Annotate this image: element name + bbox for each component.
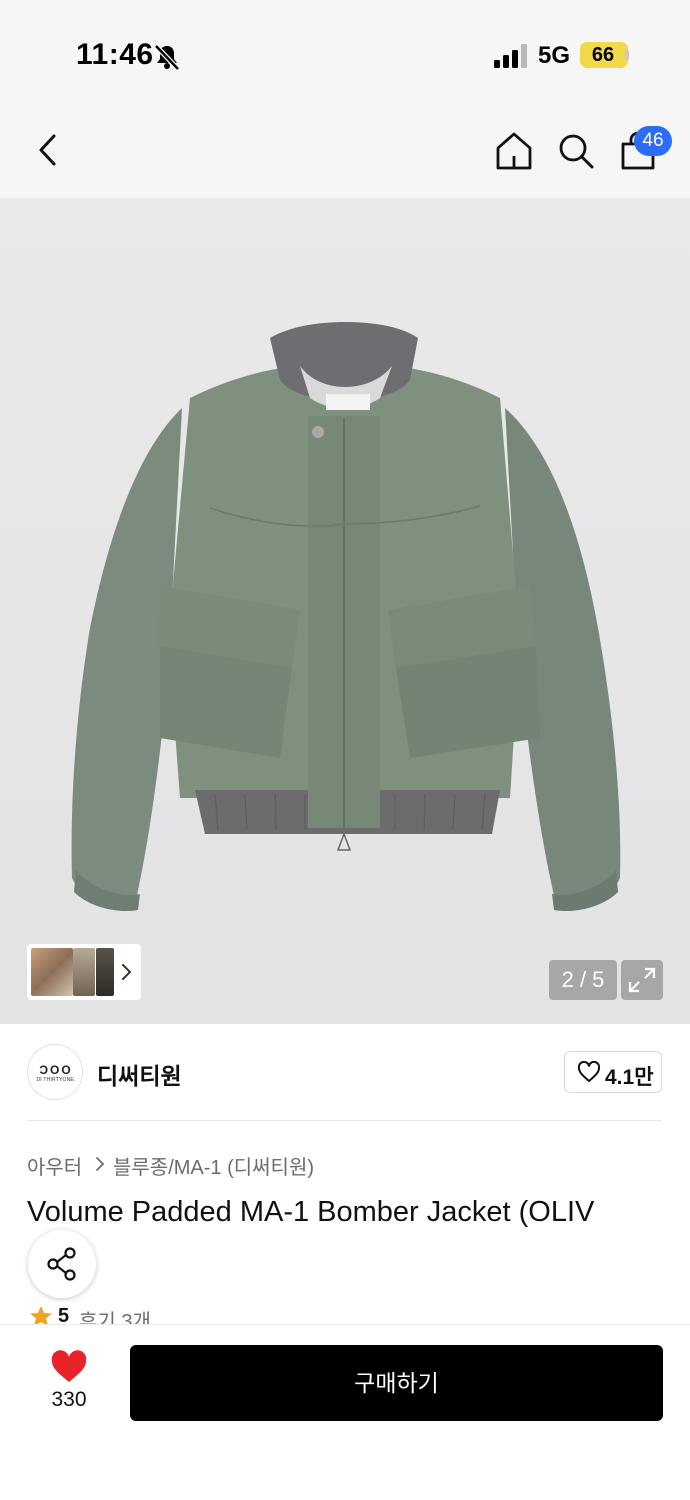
product-photo (71, 322, 621, 912)
signal-icon (494, 44, 527, 68)
breadcrumb-category[interactable]: 아우터 (27, 1151, 82, 1180)
breadcrumb-subcategory[interactable]: 블루종/MA-1 (디써티원) (113, 1151, 314, 1180)
search-icon[interactable] (556, 130, 596, 172)
brand-logo-sub: DI THIRTYONE. (36, 1077, 76, 1083)
heart-outline-icon (577, 1061, 601, 1082)
thumbnail-2[interactable] (73, 948, 95, 996)
battery-level: 66 (591, 44, 615, 66)
brand-like-count: 4.1만 (605, 1066, 654, 1089)
brand-name[interactable]: 디써티원 (97, 1057, 182, 1091)
brand-like-button[interactable]: 4.1만 (564, 1051, 662, 1093)
chevron-right-icon (96, 1157, 105, 1171)
chevron-right-icon[interactable] (118, 960, 134, 984)
status-time: 11:46 (76, 38, 154, 71)
expand-icon[interactable] (621, 960, 663, 1000)
buy-button[interactable]: 구매하기 (130, 1345, 663, 1421)
product-title: Volume Padded MA-1 Bomber Jacket (OLIV (27, 1196, 595, 1228)
image-page-counter: 2 / 5 (549, 960, 617, 1000)
cart-count-badge: 46 (634, 126, 672, 156)
battery-tip (625, 50, 629, 60)
back-icon[interactable] (28, 128, 68, 172)
divider (27, 1120, 662, 1121)
battery-icon: 66 (580, 42, 628, 68)
share-button[interactable] (28, 1230, 96, 1298)
top-nav-bar (0, 100, 690, 198)
thumbnail-3[interactable] (96, 948, 114, 996)
thumbnail-1[interactable] (31, 948, 73, 996)
wish-count: 330 (51, 1388, 87, 1411)
heart-filled-icon[interactable] (50, 1350, 88, 1384)
brand-logo-mark: ƆOO (39, 1063, 73, 1077)
brand-logo[interactable]: ƆOO DI THIRTYONE. (27, 1044, 83, 1100)
share-icon (47, 1247, 76, 1281)
home-icon[interactable] (494, 130, 534, 172)
network-type: 5G (538, 42, 571, 69)
product-image[interactable] (0, 198, 690, 1024)
status-bar: 11:46 5G 66 (0, 0, 690, 100)
bell-off-icon (154, 44, 180, 71)
